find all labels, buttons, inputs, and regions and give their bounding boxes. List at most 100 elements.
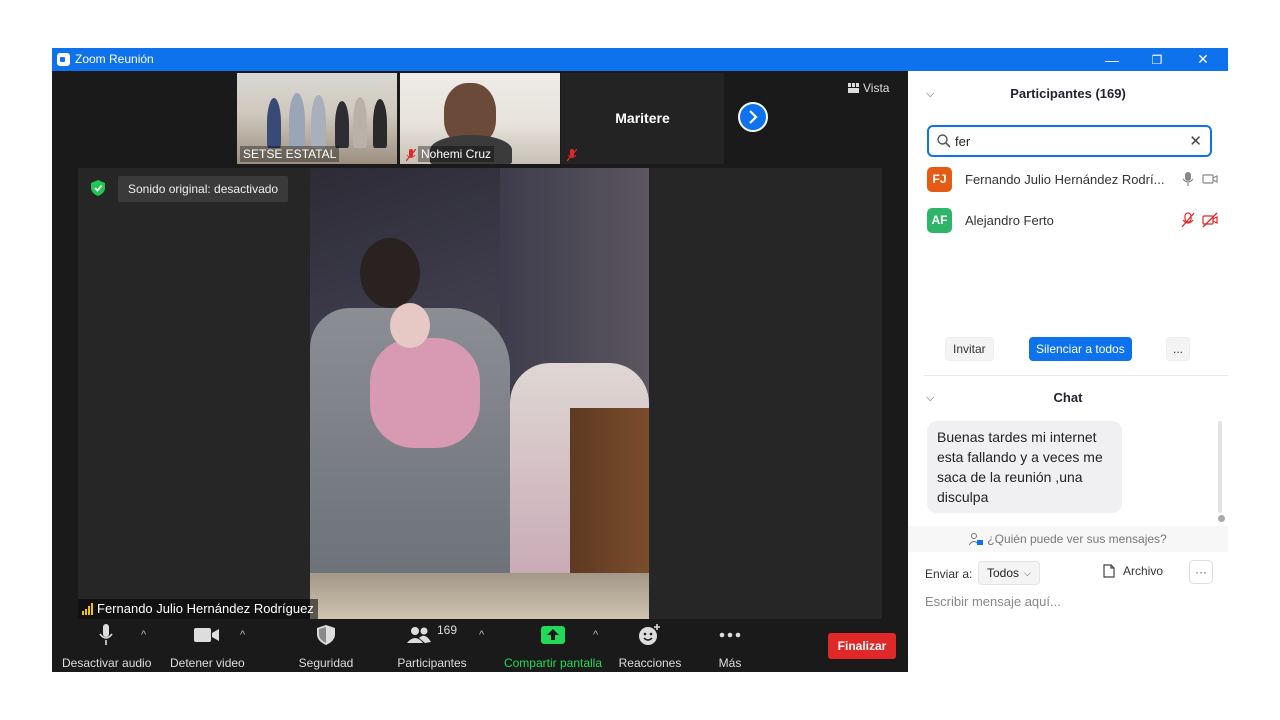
- meeting-toolbar: Desactivar audio ^ Detener video ^ Segur…: [52, 619, 908, 672]
- person-figure: [353, 97, 367, 148]
- shield-icon: [317, 625, 335, 645]
- encryption-shield-icon[interactable]: [91, 180, 105, 196]
- mic-muted-icon: [406, 149, 416, 162]
- person-figure: [289, 93, 305, 148]
- more-participant-options-button[interactable]: ...: [1166, 337, 1190, 361]
- microphone-icon: [1182, 172, 1194, 186]
- reactions-button[interactable]: Reacciones: [618, 623, 682, 670]
- stop-video-label: Detener video: [170, 656, 245, 670]
- chat-title: Chat: [1053, 390, 1083, 405]
- security-button[interactable]: Seguridad: [298, 623, 354, 670]
- speaker-name: Fernando Julio Hernández Rodríguez: [97, 601, 314, 616]
- table-surface: [310, 573, 649, 619]
- mic-muted-icon: [567, 149, 577, 162]
- person-figure: [267, 98, 281, 148]
- mic-muted-icon: [1181, 212, 1195, 228]
- clear-search-icon[interactable]: ✕: [1189, 132, 1202, 150]
- mute-all-button[interactable]: Silenciar a todos: [1029, 337, 1132, 361]
- video-options-caret[interactable]: ^: [240, 629, 245, 641]
- mute-button[interactable]: Desactivar audio: [62, 623, 152, 670]
- tile-name: SETSE ESTATAL: [240, 146, 340, 162]
- invite-button[interactable]: Invitar: [945, 337, 994, 361]
- wooden-chair: [570, 408, 649, 583]
- minimize-button[interactable]: —: [1089, 48, 1135, 71]
- security-label: Seguridad: [298, 656, 354, 670]
- camera-icon: [194, 628, 219, 642]
- chevron-right-icon: [749, 110, 758, 124]
- grid-icon: [848, 83, 859, 93]
- speaker-video: [310, 168, 649, 619]
- participant-name: Fernando Julio Hernández Rodrí...: [965, 171, 1165, 187]
- active-speaker-stage: Sonido original: desactivado ▼ Fernando …: [78, 168, 882, 619]
- more-chat-options-button[interactable]: ···: [1189, 560, 1213, 584]
- emoji-plus-icon: [639, 624, 660, 645]
- original-sound-label: Sonido original: desactivado: [128, 182, 279, 196]
- chat-scroll-thumb[interactable]: [1218, 515, 1225, 522]
- search-icon: [937, 134, 951, 148]
- person-figure: [335, 101, 349, 148]
- person-lock-icon: [969, 532, 984, 545]
- person-figure: [311, 95, 326, 148]
- original-sound-toggle[interactable]: Sonido original: desactivado: [118, 176, 289, 202]
- baby-figure: [370, 338, 480, 448]
- gallery-tile-nohemi[interactable]: Nohemi Cruz: [400, 73, 560, 164]
- speaker-name-tag: Fernando Julio Hernández Rodríguez: [78, 599, 318, 619]
- share-screen-label: Compartir pantalla: [503, 656, 603, 670]
- avatar: FJ: [927, 166, 952, 192]
- send-to-label: Enviar a:: [925, 567, 973, 581]
- reactions-label: Reacciones: [618, 656, 682, 670]
- recipient-dropdown[interactable]: Todos ⌵: [978, 561, 1040, 585]
- who-can-see-label: ¿Quién puede ver sus mensajes?: [987, 532, 1167, 546]
- divider: [924, 375, 1228, 376]
- participant-search-input[interactable]: fer ✕: [927, 125, 1212, 157]
- participants-options-caret[interactable]: ^: [479, 629, 484, 641]
- camera-off-icon: [1202, 212, 1218, 228]
- view-label: Vista: [863, 81, 890, 95]
- tile-name: Nohemi Cruz: [418, 146, 495, 162]
- share-screen-icon: [541, 626, 565, 644]
- participants-title: Participantes (169): [1010, 86, 1126, 101]
- participant-row[interactable]: AF Alejandro Ferto: [927, 207, 1218, 233]
- stop-video-button[interactable]: Detener video: [170, 623, 245, 670]
- side-panel: ⌵ Participantes (169) fer ✕ FJ Fernando …: [908, 71, 1228, 672]
- file-label: Archivo: [1123, 564, 1164, 578]
- avatar: AF: [927, 207, 952, 233]
- microphone-icon: [99, 624, 113, 645]
- mute-label: Desactivar audio: [62, 656, 152, 670]
- share-screen-button[interactable]: Compartir pantalla: [503, 623, 603, 670]
- more-label: Más: [718, 656, 742, 670]
- zoom-window: Zoom Reunión — ❐ ✕ SETSE ESTATAL Nohemi …: [52, 48, 1228, 672]
- file-icon: [1103, 564, 1115, 578]
- zoom-logo-icon: [57, 53, 70, 66]
- close-window-button[interactable]: ✕: [1180, 48, 1226, 71]
- participants-label: Participantes: [397, 656, 467, 670]
- share-options-caret[interactable]: ^: [593, 629, 598, 641]
- view-button[interactable]: Vista: [848, 81, 889, 95]
- participant-row[interactable]: FJ Fernando Julio Hernández Rodrí...: [927, 166, 1218, 192]
- baby-head: [390, 303, 430, 348]
- chat-message: Buenas tardes mi internet esta fallando …: [927, 421, 1122, 513]
- chat-scrollbar[interactable]: [1218, 421, 1222, 513]
- person-figure: [373, 99, 387, 148]
- more-button[interactable]: Más: [708, 623, 752, 670]
- participant-name: Alejandro Ferto: [965, 212, 1054, 228]
- file-button[interactable]: Archivo: [1103, 564, 1163, 578]
- audio-options-caret[interactable]: ^: [141, 629, 146, 641]
- camera-icon: [1202, 174, 1218, 184]
- title-bar: Zoom Reunión — ❐ ✕: [52, 48, 1228, 71]
- participants-icon: [406, 627, 431, 643]
- participants-button[interactable]: 169 Participantes: [396, 623, 468, 670]
- tile-name: Maritere: [615, 110, 670, 126]
- gallery-tile-maritere[interactable]: Maritere: [561, 73, 724, 164]
- signal-bars-icon: [82, 602, 93, 615]
- person-head: [360, 238, 420, 308]
- end-meeting-button[interactable]: Finalizar: [828, 633, 896, 659]
- restore-button[interactable]: ❐: [1134, 48, 1180, 71]
- gallery-tile-setse[interactable]: SETSE ESTATAL: [237, 73, 397, 164]
- window-title: Zoom Reunión: [75, 52, 154, 66]
- next-page-button[interactable]: [738, 102, 768, 132]
- participants-count: 169: [436, 623, 458, 637]
- chat-message-input[interactable]: Escribir mensaje aquí...: [925, 594, 1061, 609]
- recipient-value: Todos: [987, 566, 1020, 580]
- who-can-see-link[interactable]: ¿Quién puede ver sus mensajes?: [908, 526, 1228, 552]
